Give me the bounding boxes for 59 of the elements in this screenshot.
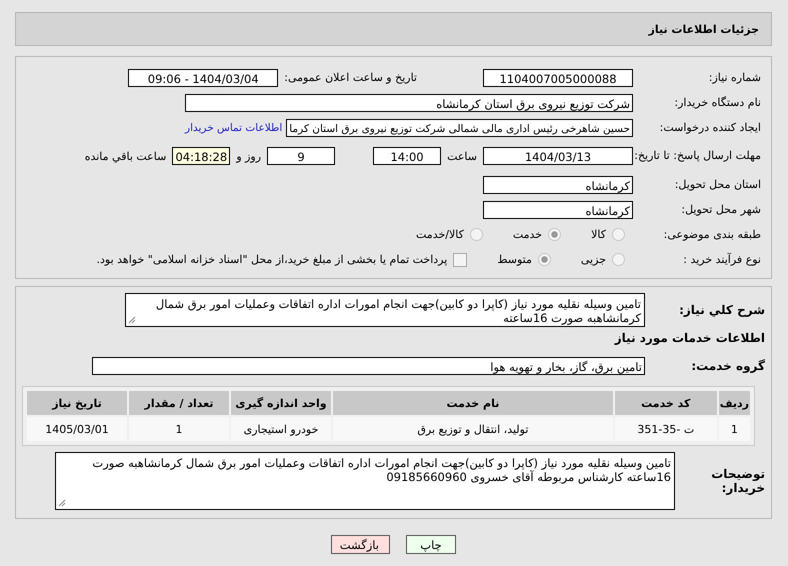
- time-label: ساعت: [446, 150, 478, 162]
- deadline-date-field: 1404/03/13: [483, 147, 633, 165]
- field-label: شماره نیاز:: [708, 70, 762, 84]
- column-header: کد خدمت: [614, 391, 717, 415]
- field-label: تاریخ و ساعت اعلان عمومی:: [283, 71, 418, 84]
- checkbox-label: پرداخت تمام یا بخشی از مبلغ خرید،از محل "اسناد خزانه اسلامی" خواهد بود.: [96, 253, 448, 266]
- table-cell: ت -35-351: [614, 417, 717, 441]
- field-label: مهلت ارسال پاسخ: تا تاریخ:: [633, 149, 762, 163]
- remaining-label: ساعت باقي مانده: [84, 150, 168, 162]
- city-field: کرمانشاه: [483, 200, 633, 218]
- column-header: تعداد / مقدار: [129, 391, 229, 415]
- buyer-name-field: شرکت توزیع نیروی برق استان کرمانشاه: [185, 94, 633, 112]
- field-label: استان محل تحویل:: [674, 178, 762, 192]
- radio-label: کالا/خدمت: [416, 228, 464, 241]
- days-label: روز و: [234, 150, 262, 162]
- column-header: تاریخ نیاز: [27, 391, 127, 415]
- table-cell: تولید، انتقال و توزیع برق: [333, 417, 613, 441]
- column-header: ردیف: [718, 391, 750, 415]
- radio-button[interactable]: [548, 228, 562, 241]
- radio-button[interactable]: [612, 253, 625, 266]
- service-group-field: تامین برق، گاز، بخار و تهویه هوا: [92, 356, 645, 374]
- field-label: ایجاد کننده درخواست:: [658, 120, 762, 134]
- province-field: کرمانشاه: [483, 176, 633, 194]
- field-label: شرح کلي نياز:: [678, 303, 766, 317]
- table-cell: خودرو استیجاری: [231, 417, 331, 441]
- buyer-contact-link[interactable]: اطلاعات تماس خریدار: [181, 122, 286, 134]
- need-number-field: 1104007005000088: [483, 68, 633, 86]
- print-button[interactable]: چاپ: [406, 535, 456, 554]
- column-header: واحد اندازه گیری: [231, 391, 331, 415]
- radio-label: خدمت: [512, 228, 542, 241]
- table-cell: 1: [718, 417, 750, 441]
- section-heading: اطلاعات خدمات مورد نیاز: [613, 330, 766, 347]
- field-label: توضیحات خریدار:: [710, 467, 766, 495]
- radio-label: متوسط: [497, 253, 532, 266]
- table-cell: 1405/03/01: [27, 417, 127, 441]
- deadline-time-field: 14:00: [373, 147, 442, 165]
- back-button[interactable]: بازگشت: [331, 535, 390, 554]
- field-label: شهر محل تحویل:: [680, 202, 762, 216]
- field-label: نام دستگاه خریدار:: [673, 96, 762, 110]
- page-title: جزئیات اطلاعات نیاز: [648, 22, 759, 36]
- remaining-time-field: 04:18:28: [172, 147, 230, 165]
- announce-date-field: 1404/03/04 - 09:06: [128, 68, 278, 86]
- description-field: تامین وسیله نقلیه مورد نیاز (کاپرا دو کابین)جهت انجام امورات اداره اتفاقات وعملیات امور برق شمال کرمانشاهبه صورت 16ساعته: [125, 293, 645, 327]
- resize-grip-icon: [128, 316, 136, 324]
- buyer-notes-field: تامین وسیله نقلیه مورد نیاز (کاپرا دو کابین)جهت انجام امورات اداره اتفاقات وعملیات امور برق شمال کرمانشاهبه صورت 16ساعته کارشناس مربوطه آقای خسروی 09185660960: [55, 452, 675, 510]
- field-label: گروه خدمت:: [690, 358, 766, 372]
- radio-label: جزیی: [580, 253, 606, 266]
- field-label: نوع فرآیند خرید :: [682, 252, 762, 266]
- radio-button[interactable]: [470, 228, 483, 241]
- field-label: طبقه بندی موضوعی:: [662, 228, 762, 242]
- requester-field: حسین شاهرخی رئیس اداری مالی شمالی شرکت توزیع نیروی برق استان کرما: [286, 118, 633, 136]
- radio-button[interactable]: [612, 228, 625, 241]
- table-cell: 1: [129, 417, 229, 441]
- column-header: نام خدمت: [333, 391, 613, 415]
- days-field: 9: [267, 147, 336, 165]
- radio-label: کالا: [591, 228, 606, 241]
- resize-grip-icon: [58, 499, 66, 507]
- radio-button[interactable]: [538, 253, 551, 266]
- checkbox[interactable]: [453, 252, 468, 266]
